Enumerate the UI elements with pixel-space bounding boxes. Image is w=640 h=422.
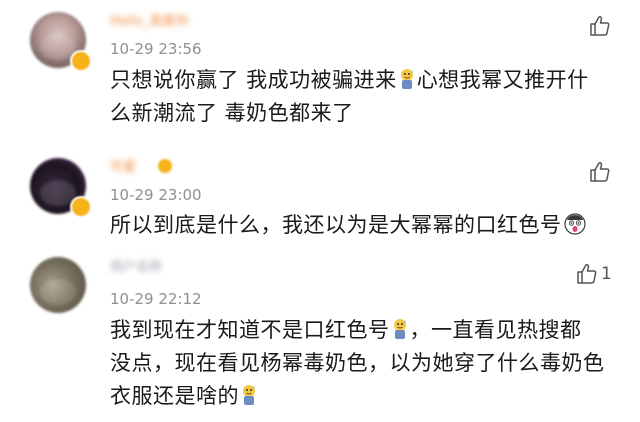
sweat-smile-emoji xyxy=(400,69,413,89)
thumbs-up-icon[interactable] xyxy=(588,160,612,184)
comment-text-segment: 只想说你赢了 我成功被骗进来 xyxy=(110,68,397,92)
verified-badge-icon xyxy=(70,50,92,72)
timestamp: 10-29 22:12 xyxy=(110,290,202,308)
comment-text-segment: 心想我幂又推开什 xyxy=(416,68,589,92)
comment-text-segment: 我到现在才知道不是口红色号 xyxy=(110,318,390,342)
comment-text-segment: 没点，现在看见杨幂毒奶色，以为她穿了什么毒奶色 xyxy=(110,351,605,375)
sweat-smile-emoji xyxy=(243,385,255,405)
member-icon xyxy=(158,159,172,173)
sweat-smile-emoji xyxy=(393,319,406,339)
thumbs-up-icon[interactable] xyxy=(588,14,612,38)
comment-text: 所以到底是什么，我还以为是大幂幂的口红色号 xyxy=(110,209,610,242)
comment-text-segment: 么新潮流了 毒奶色都来了 xyxy=(110,101,354,125)
username[interactable]: Hello_我是你 xyxy=(110,14,188,30)
username[interactable]: 可爱 xyxy=(110,160,136,176)
timestamp: 10-29 23:00 xyxy=(110,186,202,204)
comment-text-segment: 所以到底是什么，我还以为是大幂幂的口红色号 xyxy=(110,213,562,237)
shocked-face-emoji xyxy=(563,213,586,235)
avatar[interactable] xyxy=(30,257,86,313)
comment-text-segment: 衣服还是啥的 xyxy=(110,384,239,408)
comment-text: 我到现在才知道不是口红色号 ，一直看见热搜都 没点，现在看见杨幂毒奶色，以为她穿了… xyxy=(110,314,610,413)
thumbs-up-icon[interactable] xyxy=(575,262,599,286)
comment-text-segment: ，一直看见热搜都 xyxy=(409,318,582,342)
verified-badge-icon xyxy=(70,196,92,218)
comment-text: 只想说你赢了 我成功被骗进来 心想我幂又推开什 么新潮流了 毒奶色都来了 xyxy=(110,64,610,130)
username[interactable]: 用户名称 xyxy=(110,260,162,276)
like-count: 1 xyxy=(601,264,612,284)
comment-list: Hello_我是你 10-29 23:56 只想说你赢了 我成功被骗进来 心想我幂… xyxy=(0,0,640,422)
timestamp: 10-29 23:56 xyxy=(110,40,202,58)
